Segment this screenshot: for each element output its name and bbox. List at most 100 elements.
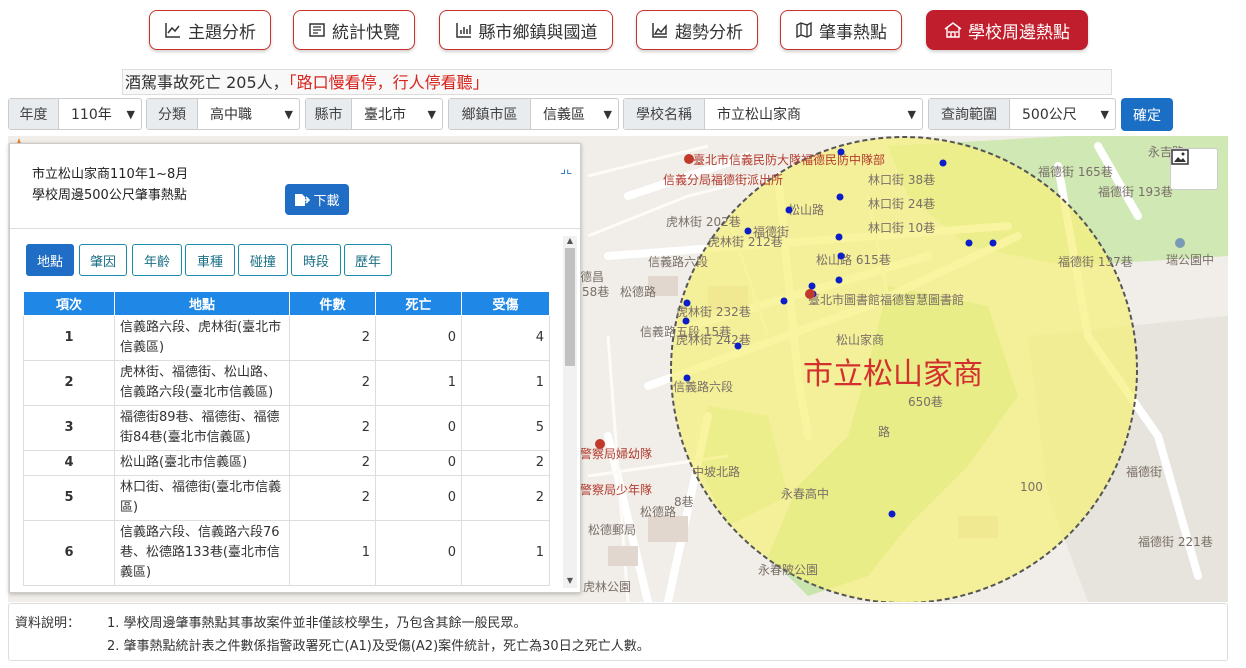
accident-dot: [836, 193, 844, 201]
confirm-button[interactable]: 確定: [1121, 98, 1173, 131]
map-label: 警察局婦幼隊: [580, 446, 652, 461]
map-label: 松德路: [640, 504, 676, 519]
city-label: 縣市: [306, 99, 352, 129]
map-label: 虎林街 232巷: [676, 305, 751, 319]
nav-label: 統計快覽: [332, 22, 400, 43]
nav-label: 肇事熱點: [819, 22, 887, 43]
table-header-row: 項次 地點 件數 死亡 受傷: [23, 291, 550, 316]
accident-dot: [682, 317, 690, 325]
map-label: 福德街: [1126, 464, 1162, 479]
bar-chart-icon: [455, 23, 471, 38]
map-label: 松山家商: [836, 332, 884, 347]
nav-stats-overview[interactable]: 統計快覽: [293, 10, 415, 50]
nav-label: 趨勢分析: [675, 22, 743, 43]
row-injury: 2: [461, 475, 550, 521]
category-select[interactable]: 高中職 ▼: [198, 99, 299, 129]
row-no: 1: [23, 315, 115, 361]
map-label: 福德街: [753, 224, 789, 239]
panel-scrollbar[interactable]: ▲ ▼: [563, 236, 577, 588]
accident-dot: [808, 282, 816, 290]
tab-history[interactable]: 歷年: [344, 244, 392, 276]
row-count: 2: [289, 450, 376, 476]
school-value: 市立松山家商: [717, 107, 801, 123]
chevron-down-icon: ▼: [603, 107, 612, 121]
scroll-thumb[interactable]: [565, 248, 575, 366]
year-value: 110年: [71, 107, 112, 123]
school-filter: 學校名稱 市立松山家商 ▼: [623, 98, 923, 130]
poi-pin-icon: [805, 289, 815, 299]
accident-dot: [837, 252, 845, 260]
nav-topic-analysis[interactable]: 主題分析: [149, 10, 271, 50]
table-row: 1 信義路六段、虎林街(臺北市信義區) 2 0 4: [23, 315, 550, 361]
table-row: 6 信義路六段、信義路六段76巷、松德路133巷(臺北市信義區) 1 0 1: [23, 520, 550, 586]
note-line-2: 2. 肇事熱點統計表之件數係指警政署死亡(A1)及受傷(A2)案件統計，死亡為3…: [107, 639, 650, 654]
area-chart-icon: [652, 23, 667, 38]
range-value: 500公尺: [1022, 107, 1077, 123]
marquee-slogan: 「路口慢看停，行人停看聽」: [288, 73, 489, 92]
accident-dot: [989, 239, 997, 247]
row-count: 1: [289, 520, 376, 586]
range-filter: 查詢範圍 500公尺 ▼: [928, 98, 1116, 130]
map-label: 8巷: [674, 495, 694, 509]
school-select[interactable]: 市立松山家商 ▼: [705, 99, 922, 129]
school-icon: [944, 22, 962, 38]
row-death: 0: [375, 520, 462, 586]
row-count: 2: [289, 405, 376, 451]
district-value: 信義區: [543, 107, 585, 123]
row-count: 2: [289, 360, 376, 406]
hotspot-table: 項次 地點 件數 死亡 受傷 1 信義路六段、虎林街(臺北市信義區) 2 0 4…: [23, 291, 550, 586]
scroll-down-icon[interactable]: ▼: [563, 576, 577, 588]
year-select[interactable]: 110年 ▼: [59, 99, 141, 129]
map-label: 林口街 38巷: [868, 173, 935, 187]
map-label: 信義分局福德街派出所: [663, 172, 783, 187]
table-row: 2 虎林街、福德街、松山路、信義路六段(臺北市信義區) 2 1 1: [23, 360, 550, 406]
map-label: 福德街 137巷: [1058, 254, 1133, 269]
range-select[interactable]: 500公尺 ▼: [1010, 99, 1115, 129]
scroll-up-icon[interactable]: ▲: [563, 236, 577, 248]
nav-school-hotspot[interactable]: 學校周邊熱點: [926, 10, 1088, 50]
map-label: 林口街 24巷: [868, 197, 935, 211]
panel-scroll-area: 地點 肇因 年齡 車種 碰撞 時段 歷年 項次 地點 件數 死亡 受傷 1 信義…: [10, 144, 563, 590]
nav-trend-analysis[interactable]: 趨勢分析: [636, 10, 758, 50]
nav-city-town-highway[interactable]: 縣市鄉鎮與國道: [439, 10, 613, 50]
tab-location[interactable]: 地點: [26, 244, 74, 276]
district-select[interactable]: 信義區 ▼: [531, 99, 618, 129]
nav-accident-hotspot[interactable]: 肇事熱點: [780, 10, 902, 50]
row-injury: 1: [461, 360, 550, 406]
line-chart-icon: [165, 23, 180, 38]
nav-label: 縣市鄉鎮與國道: [478, 22, 598, 43]
newspaper-icon: [309, 23, 325, 37]
accident-dot: [744, 227, 752, 235]
district-label: 鄉鎮市區: [449, 99, 531, 129]
map-label: 58巷: [582, 285, 609, 299]
range-label: 查詢範圍: [929, 99, 1010, 129]
accident-dot: [888, 510, 896, 518]
map-label: 林口街 10巷: [868, 221, 935, 235]
note-line-1: 1. 學校周邊肇事熱點其事故案件並非僅該校學生，乃包含其餘一般民眾。: [107, 616, 527, 631]
map-label: 警察局少年隊: [580, 482, 652, 497]
city-select[interactable]: 臺北市 ▼: [352, 99, 442, 129]
district-filter: 鄉鎮市區 信義區 ▼: [448, 98, 619, 130]
table-row: 5 林口街、福德街(臺北市信義區) 2 0 2: [23, 475, 550, 521]
building: [608, 546, 638, 566]
row-place: 福德街89巷、福德街、福德街84巷(臺北市信義區): [114, 405, 290, 451]
accident-dot: [785, 206, 793, 214]
tab-age[interactable]: 年齡: [132, 244, 182, 276]
tab-vehicle[interactable]: 車種: [185, 244, 235, 276]
col-header: 死亡: [375, 291, 462, 316]
building: [648, 516, 688, 542]
map-label: 信義路六段: [673, 379, 733, 394]
map-label: 信義路五段 15巷: [640, 324, 731, 339]
category-value: 高中職: [210, 107, 252, 123]
map-icon: [796, 21, 812, 39]
year-label: 年度: [9, 99, 59, 129]
basemap-toggle-button[interactable]: [1170, 148, 1218, 190]
row-injury: 4: [461, 315, 550, 361]
tab-time[interactable]: 時段: [291, 244, 341, 276]
map-label: 臺北市信義民防大隊福德民防中隊部: [693, 152, 885, 167]
chevron-down-icon: ▼: [284, 107, 293, 121]
tab-cause[interactable]: 肇因: [79, 244, 127, 276]
tab-collision[interactable]: 碰撞: [238, 244, 288, 276]
row-no: 3: [23, 405, 115, 451]
map-label: 虎林公園: [583, 580, 631, 594]
